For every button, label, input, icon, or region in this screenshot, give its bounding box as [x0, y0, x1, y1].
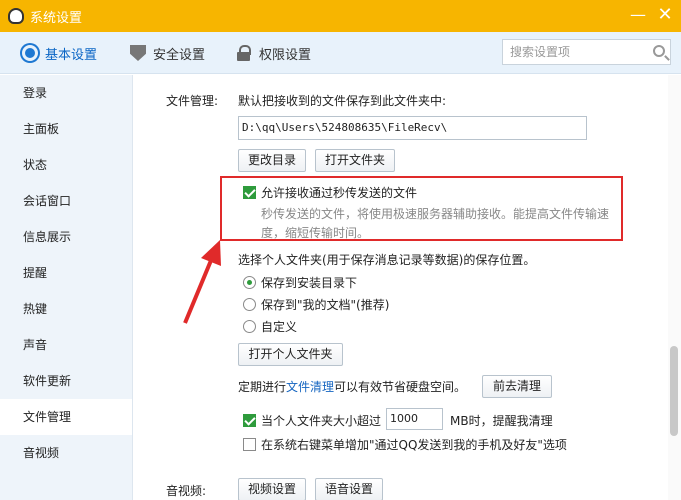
radio-custom[interactable]: [243, 320, 256, 333]
size-remind-suffix: MB时，提醒我清理: [450, 414, 553, 428]
radio-my-documents[interactable]: [243, 298, 256, 311]
radio-install-dir[interactable]: [243, 276, 256, 289]
cleanup-text-prefix: 定期进行: [238, 380, 287, 394]
audio-video-section-label: 音视频:: [166, 484, 207, 498]
video-settings-button[interactable]: 视频设置: [238, 478, 306, 500]
radio-my-documents-label: 保存到"我的文档"(推荐): [261, 298, 390, 312]
radio-custom-label: 自定义: [261, 320, 298, 334]
file-cleanup-link[interactable]: 文件清理: [286, 380, 334, 394]
radio-install-dir-label: 保存到安装目录下: [261, 276, 358, 290]
context-menu-label: 在系统右键菜单增加"通过QQ发送到我的手机及好友"选项: [261, 438, 567, 452]
personal-folder-description: 选择个人文件夹(用于保存消息记录等数据)的保存位置。: [238, 253, 536, 267]
size-threshold-input[interactable]: 1000: [386, 408, 443, 430]
size-remind-prefix: 当个人文件夹大小超过: [261, 414, 382, 428]
size-remind-checkbox[interactable]: [243, 414, 256, 427]
cleanup-text: 定期进行文件清理可以有效节省硬盘空间。: [238, 378, 466, 395]
context-menu-checkbox[interactable]: [243, 438, 256, 451]
go-cleanup-button[interactable]: 前去清理: [482, 375, 552, 398]
cleanup-text-suffix: 可以有效节省硬盘空间。: [334, 380, 467, 394]
audio-settings-button[interactable]: 语音设置: [315, 478, 383, 500]
open-personal-folder-button[interactable]: 打开个人文件夹: [238, 343, 343, 366]
